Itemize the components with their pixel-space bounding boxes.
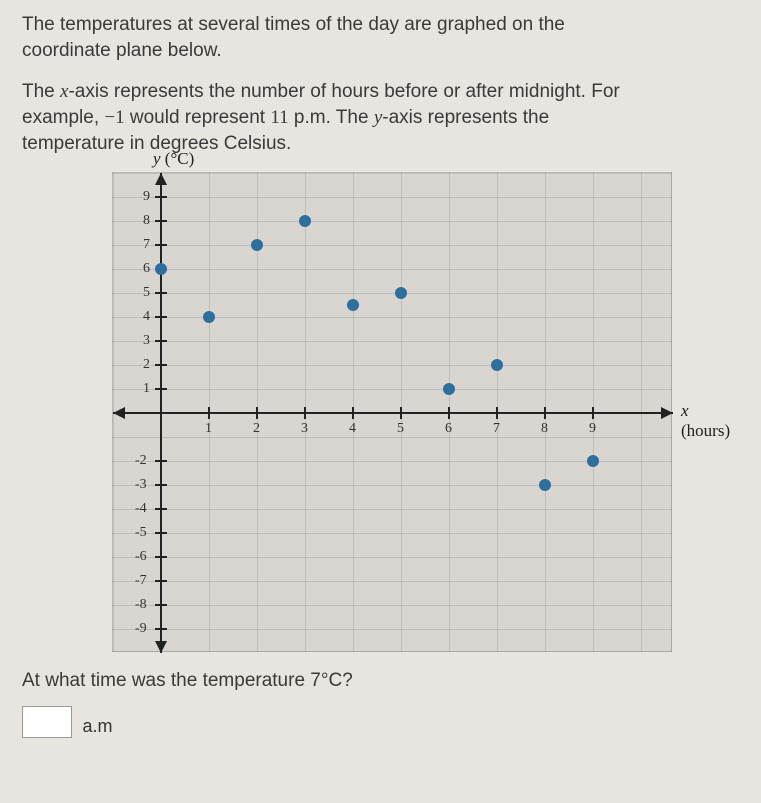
data-point <box>395 287 407 299</box>
ytick-n6: -6 <box>135 549 147 565</box>
l2b-pm: p.m. <box>289 107 331 128</box>
data-point <box>539 479 551 491</box>
l2a-pre: The <box>22 81 60 102</box>
axes <box>113 173 673 653</box>
xtick-5: 5 <box>397 421 404 437</box>
xtick-7: 7 <box>493 421 500 437</box>
data-point <box>347 299 359 311</box>
ytick-p5: 5 <box>143 285 150 301</box>
xtick-8: 8 <box>541 421 548 437</box>
data-point <box>587 455 599 467</box>
problem-intro-2: The x-axis represents the number of hour… <box>22 79 741 156</box>
answer-input[interactable] <box>22 706 72 738</box>
l2a-post: -axis represents the number of hours bef… <box>68 81 619 102</box>
xtick-1: 1 <box>205 421 212 437</box>
xtick-6: 6 <box>445 421 452 437</box>
xtick-4: 4 <box>349 421 356 437</box>
ytick-n2: -2 <box>135 453 147 469</box>
intro-line1a: The temperatures at several times of the… <box>22 14 565 35</box>
ytick-n9: -9 <box>135 621 147 637</box>
data-point <box>491 359 503 371</box>
ytick-n7: -7 <box>135 573 147 589</box>
y-label-unit: (°C) <box>165 149 194 168</box>
x-axis-label: x (hours) <box>681 401 730 441</box>
x-label-var: x <box>681 401 689 420</box>
q-val: 7°C <box>310 670 342 691</box>
data-point <box>203 311 215 323</box>
eleven: 11 <box>270 107 288 128</box>
ytick-p8: 8 <box>143 213 150 229</box>
ytick-n4: -4 <box>135 501 147 517</box>
xtick-2: 2 <box>253 421 260 437</box>
xtick-9: 9 <box>589 421 596 437</box>
q-post: ? <box>342 670 353 691</box>
ytick-p6: 6 <box>143 261 150 277</box>
ytick-p4: 4 <box>143 309 150 325</box>
data-point <box>443 383 455 395</box>
ytick-p9: 9 <box>143 189 150 205</box>
y-label-var: y <box>153 149 161 168</box>
ytick-p7: 7 <box>143 237 150 253</box>
l2b-post: The <box>331 107 374 128</box>
ytick-p1: 1 <box>143 381 150 397</box>
answer-row: a.m <box>22 692 741 743</box>
intro-line1b: coordinate plane below. <box>22 40 222 61</box>
data-point <box>251 239 263 251</box>
data-point <box>155 263 167 275</box>
x-label-unit: (hours) <box>681 421 730 440</box>
y-axis-label: y (°C) <box>153 149 194 169</box>
l2b-pre: example, <box>22 107 104 128</box>
problem-intro-1: The temperatures at several times of the… <box>22 12 741 63</box>
xtick-3: 3 <box>301 421 308 437</box>
ytick-p3: 3 <box>143 333 150 349</box>
data-point <box>299 215 311 227</box>
l2b-end: -axis represents the <box>382 107 549 128</box>
answer-unit: a.m <box>82 716 112 736</box>
question-text: At what time was the temperature 7°C? <box>22 670 741 692</box>
l2b-mid: would represent <box>125 107 271 128</box>
ytick-n3: -3 <box>135 477 147 493</box>
scatter-chart: y (°C) x (hours) 1 2 3 4 5 6 7 8 9 1 2 3… <box>112 172 672 652</box>
ytick-n5: -5 <box>135 525 147 541</box>
ytick-p2: 2 <box>143 357 150 373</box>
q-pre: At what time was the temperature <box>22 670 310 691</box>
neg1: −1 <box>104 107 124 128</box>
ytick-n8: -8 <box>135 597 147 613</box>
